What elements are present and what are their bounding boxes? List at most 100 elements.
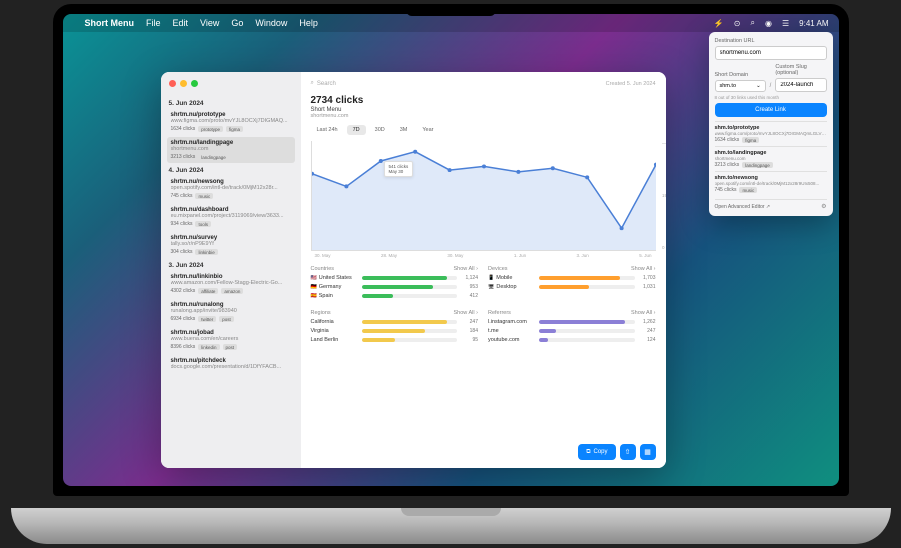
dest-label: Destination URL <box>715 38 827 44</box>
sidebar-link-item[interactable]: shrtm.nu/prototypewww.figma.com/proto/mv… <box>167 109 295 135</box>
flag-icon: 🇪🇸 <box>311 293 317 299</box>
date-header: 3. Jun 2024 <box>169 262 293 269</box>
date-header: 4. Jun 2024 <box>169 167 293 174</box>
stat-row: Virginia184 <box>311 328 479 334</box>
sidebar-link-item[interactable]: shrtm.nu/pitchdeckdocs.google.com/presen… <box>167 355 295 375</box>
stat-row: 🇺🇸United States1,124 <box>311 275 479 281</box>
link-tag: affiliate <box>198 288 218 294</box>
link-tag: post <box>223 344 238 350</box>
link-clicks: 3213 clicks <box>171 154 196 160</box>
devices-title: Devices <box>488 266 508 272</box>
countries-title: Countries <box>311 266 335 272</box>
stat-row: youtube.com124 <box>488 337 656 343</box>
sidebar-link-item[interactable]: shrtm.nu/surveytally.so/r/nP9E9Yf304 cli… <box>167 232 295 258</box>
chart-tooltip: 541 clicks May 30 <box>384 161 414 177</box>
chevron-down-icon: ⌄ <box>756 83 761 89</box>
sidebar-link-item[interactable]: shrtm.nu/newsongopen.spotify.com/intl-de… <box>167 176 295 202</box>
bolt-icon[interactable]: ⚡ <box>714 19 724 28</box>
app-name-menu[interactable]: Short Menu <box>85 18 135 28</box>
menubar-clock[interactable]: 9:41 AM <box>799 19 828 28</box>
control-center-icon[interactable]: ☰ <box>782 19 789 28</box>
time-tab[interactable]: 7D <box>347 125 366 135</box>
link-url: docs.google.com/presentation/d/1DfYFACB.… <box>171 364 291 370</box>
recent-link-item[interactable]: shm.to/landingpageshortmenu.com3213 clic… <box>715 146 827 171</box>
copy-icon: ⧉ <box>586 449 590 456</box>
gear-icon[interactable]: ⚙ <box>821 203 826 210</box>
sidebar-link-item[interactable]: shrtm.nu/linkinbiowww.amazon.com/Fellow-… <box>167 271 295 297</box>
search-icon[interactable]: ⌕ <box>751 18 755 28</box>
search-input[interactable]: ⌕ Search <box>311 80 606 87</box>
close-window-icon[interactable] <box>169 80 176 87</box>
create-link-button[interactable]: Create Link <box>715 103 827 117</box>
recent-link-item[interactable]: shm.to/newsongopen.spotify.com/intl-de/t… <box>715 171 827 196</box>
link-clicks: 4302 clicks <box>171 288 196 294</box>
link-tag: landingpage <box>198 154 229 160</box>
show-all-regions[interactable]: Show All › <box>454 310 478 316</box>
clicks-chart: 541 clicks May 30 — 195 0 <box>311 141 656 251</box>
stat-row: l.instagram.com1,262 <box>488 319 656 325</box>
show-all-devices[interactable]: Show All › <box>631 266 655 272</box>
menu-view[interactable]: View <box>200 18 219 28</box>
slug-label: Custom Slug (optional) <box>775 64 826 76</box>
sidebar-link-item[interactable]: shrtm.nu/runalongrunalong.app/invite/983… <box>167 299 295 325</box>
link-url: eu.mixpanel.com/project/3119069/view/363… <box>171 213 291 219</box>
link-clicks: 304 clicks <box>171 249 193 255</box>
time-tab[interactable]: 30D <box>369 125 391 135</box>
destination-url-input[interactable] <box>715 46 827 60</box>
flag-icon: 🖥 <box>488 284 494 290</box>
sidebar-link-item[interactable]: shrtm.nu/jobadwww.buena.com/en/careers83… <box>167 327 295 353</box>
magnify-icon: ⌕ <box>311 80 314 87</box>
link-tag: prototype <box>198 126 223 132</box>
domain-select[interactable]: shm.to⌄ <box>715 80 766 92</box>
slug-input[interactable] <box>775 78 826 92</box>
link-tag: linkedin <box>198 344 219 350</box>
menu-go[interactable]: Go <box>231 18 243 28</box>
link-url: www.buena.com/en/careers <box>171 336 291 342</box>
link-url: tally.so/r/nP9E9Yf <box>171 241 291 247</box>
link-tag: tools <box>195 221 211 227</box>
menu-window[interactable]: Window <box>255 18 287 28</box>
menu-edit[interactable]: Edit <box>173 18 189 28</box>
link-tag: music <box>195 193 213 199</box>
link-tag: figma <box>226 126 243 132</box>
link-domain: shortmenu.com <box>311 113 656 119</box>
link-tag: twitter <box>198 316 216 322</box>
recent-link-item[interactable]: shm.to/prototypewww.figma.com/proto/mvYJ… <box>715 121 827 146</box>
flag-icon: 📱 <box>488 275 494 281</box>
minimize-window-icon[interactable] <box>180 80 187 87</box>
link-clicks: 745 clicks <box>171 193 193 199</box>
time-tab[interactable]: Last 24h <box>311 125 344 135</box>
menu-file[interactable]: File <box>146 18 161 28</box>
menu-help[interactable]: Help <box>299 18 318 28</box>
links-sidebar: 5. Jun 2024shrtm.nu/prototypewww.figma.c… <box>161 72 301 468</box>
domain-label: Short Domain <box>715 72 766 78</box>
link-tag: linkinbie <box>195 249 217 255</box>
stat-row: 🖥Desktop1,031 <box>488 284 656 290</box>
main-window: 5. Jun 2024shrtm.nu/prototypewww.figma.c… <box>161 72 666 468</box>
stat-row: 🇪🇸Spain412 <box>311 293 479 299</box>
regions-title: Regions <box>311 310 331 316</box>
stat-row: 🇩🇪Germany953 <box>311 284 479 290</box>
wifi-icon[interactable]: ⊙ <box>734 19 741 28</box>
show-all-countries[interactable]: Show All › <box>454 266 478 272</box>
create-link-popover: Destination URL Short Domain shm.to⌄ / C… <box>709 32 833 216</box>
user-icon[interactable]: ◉ <box>765 19 772 28</box>
copy-button[interactable]: ⧉Copy <box>578 444 615 460</box>
time-tab[interactable]: 3M <box>394 125 414 135</box>
advanced-editor-link[interactable]: Open Advanced Editor ↗ <box>715 204 771 210</box>
link-url: www.figma.com/proto/mvYJL8OCXj7DIGMAQ... <box>171 118 291 124</box>
link-url: www.amazon.com/Fellow-Stagg-Electric-Go.… <box>171 280 291 286</box>
stat-row: t.me247 <box>488 328 656 334</box>
qr-button[interactable]: ▦ <box>640 444 656 460</box>
flag-icon: 🇩🇪 <box>311 284 317 290</box>
show-all-referrers[interactable]: Show All › <box>631 310 655 316</box>
sidebar-link-item[interactable]: shrtm.nu/landingpageshortmenu.com3213 cl… <box>167 137 295 163</box>
sidebar-link-item[interactable]: shrtm.nu/dashboardeu.mixpanel.com/projec… <box>167 204 295 230</box>
time-tab[interactable]: Year <box>416 125 439 135</box>
link-clicks: 6934 clicks <box>171 316 196 322</box>
clicks-total: 2734 clicks <box>311 95 656 106</box>
link-url: shortmenu.com <box>171 146 291 152</box>
zoom-window-icon[interactable] <box>191 80 198 87</box>
share-button[interactable]: ⇧ <box>620 444 636 460</box>
stat-row: 📱Mobile1,703 <box>488 275 656 281</box>
